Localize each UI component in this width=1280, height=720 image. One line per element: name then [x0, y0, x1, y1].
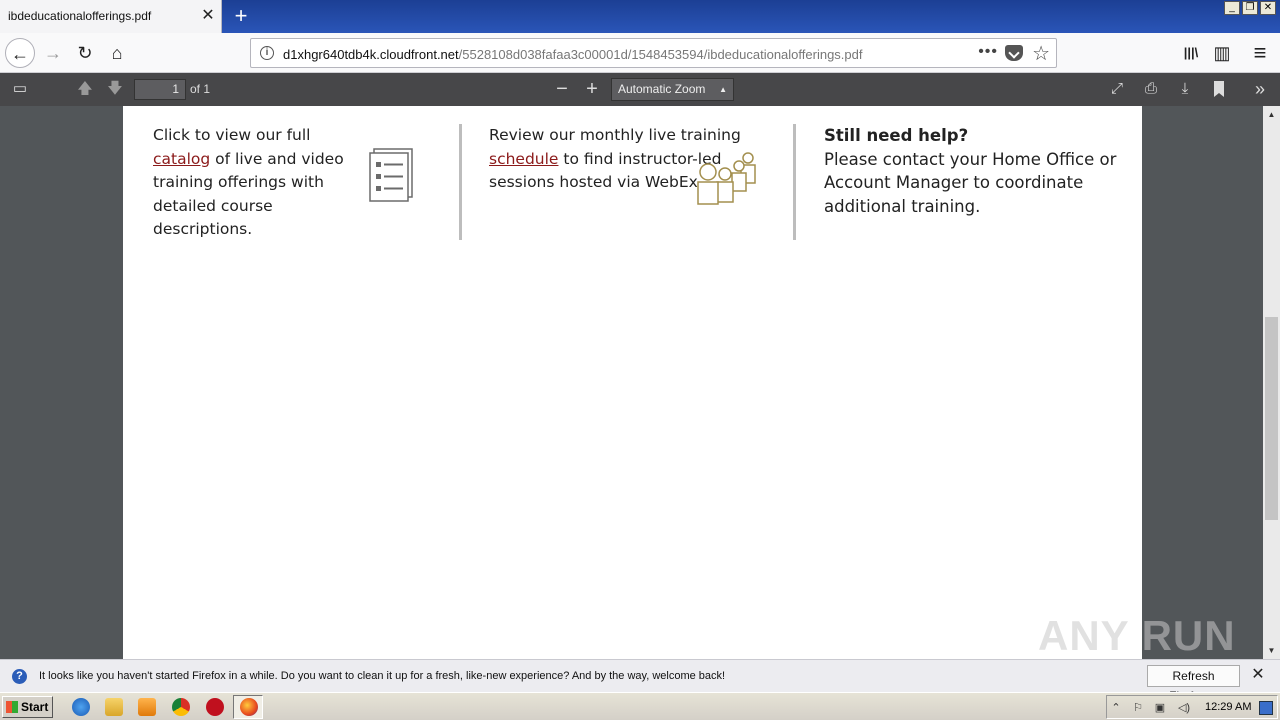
catalog-column: Click to view our full catalog of live a… [153, 124, 353, 242]
tools-icon[interactable]: » [1248, 78, 1272, 100]
notification-bar: ? It looks like you haven't started Fire… [0, 659, 1280, 703]
help-body: Please contact your Home Office or Accou… [824, 149, 1117, 216]
navigation-bar: ← → ↻ ⌂ i d1xhgr640tdb4k.cloudfront.net/… [0, 33, 1280, 73]
page-count-label: of 1 [190, 82, 211, 96]
url-text[interactable]: d1xhgr640tdb4k.cloudfront.net/5528108d03… [283, 47, 863, 62]
network-icon[interactable]: ▣ [1153, 701, 1167, 715]
question-icon: ? [12, 669, 27, 684]
catalog-text-before: Click to view our full [153, 126, 311, 144]
tab-close-icon[interactable]: ✕ [199, 7, 217, 25]
show-desktop-icon[interactable] [1259, 701, 1273, 715]
download-icon[interactable]: ⤓ [1173, 78, 1197, 100]
media-player-icon[interactable] [138, 698, 156, 716]
internet-explorer-icon[interactable] [72, 698, 90, 716]
vertical-scrollbar[interactable]: ▲ ▼ [1263, 106, 1280, 659]
taskbar: Start ⌃ ⚐ ▣ ◁) 12:29 AM [0, 692, 1280, 720]
current-view-bookmark-icon[interactable] [1207, 78, 1231, 100]
site-info-icon[interactable]: i [260, 46, 274, 60]
window-close-button[interactable]: ✕ [1260, 1, 1276, 15]
opera-icon[interactable] [206, 698, 224, 716]
library-icon[interactable]: |||\ [1176, 38, 1206, 68]
column-divider [459, 124, 462, 240]
zoom-in-button[interactable]: + [580, 78, 604, 100]
start-button[interactable]: Start [2, 696, 53, 718]
zoom-out-button[interactable]: − [550, 78, 574, 100]
volume-icon[interactable]: ◁) [1177, 701, 1191, 715]
tab-title: ibdeducationalofferings.pdf [8, 9, 152, 23]
schedule-text-before: Review our monthly live training [489, 126, 741, 144]
scrollbar-thumb[interactable] [1265, 317, 1278, 520]
zoom-select-value: Automatic Zoom [618, 82, 706, 96]
pdf-toolbar: ▭ 🡅 🡇 1 of 1 − + Automatic Zoom ▲▼ ⤢ ⎙ ⤓… [0, 73, 1280, 115]
reload-button[interactable]: ↻ [70, 38, 100, 68]
notification-close-icon[interactable]: ✕ [1249, 666, 1267, 684]
help-title: Still need help? [824, 126, 969, 145]
chrome-icon[interactable] [172, 698, 190, 716]
home-button[interactable]: ⌂ [102, 38, 132, 68]
print-icon[interactable]: ⎙ [1139, 78, 1163, 100]
help-column: Still need help? Please contact your Hom… [824, 124, 1134, 218]
url-host: d1xhgr640tdb4k.cloudfront.net [283, 47, 459, 62]
firefox-icon [240, 698, 258, 716]
url-path: /5528108d038fafaa3c00001d/1548453594/ibd… [458, 47, 863, 62]
zoom-select[interactable]: Automatic Zoom ▲▼ [611, 78, 734, 115]
toggle-sidebar-icon[interactable]: ▭ [8, 78, 32, 100]
next-page-icon[interactable]: 🡇 [103, 78, 127, 100]
refresh-firefox-button[interactable]: Refresh Firefox… [1147, 665, 1240, 703]
catalog-link[interactable]: catalog [153, 150, 210, 168]
scroll-down-arrow-icon[interactable]: ▼ [1263, 642, 1280, 659]
pocket-icon[interactable] [1005, 45, 1023, 61]
notification-text: It looks like you haven't started Firefo… [39, 670, 726, 682]
page-actions-icon[interactable]: ••• [978, 43, 998, 61]
page-number-input[interactable]: 1 [134, 79, 186, 100]
forward-button[interactable]: → [38, 38, 68, 68]
column-divider [793, 124, 796, 240]
back-button[interactable]: ← [5, 38, 35, 68]
tab-pdf[interactable]: ibdeducationalofferings.pdf ✕ [0, 0, 222, 33]
minimize-button[interactable]: _ [1224, 1, 1240, 15]
restore-button[interactable]: ❐ [1242, 1, 1258, 15]
url-bar[interactable]: i d1xhgr640tdb4k.cloudfront.net/5528108d… [250, 38, 1057, 68]
people-group-icon [697, 152, 756, 205]
tray-expand-icon[interactable]: ⌃ [1109, 701, 1123, 715]
window-controls: _ ❐ ✕ [1224, 1, 1276, 15]
watermark-logo: ANY RUN [1038, 612, 1236, 659]
scroll-up-arrow-icon[interactable]: ▲ [1263, 106, 1280, 123]
presentation-mode-icon[interactable]: ⤢ [1105, 78, 1129, 100]
schedule-link[interactable]: schedule [489, 150, 558, 168]
pdf-page: Click to view our full catalog of live a… [123, 106, 1142, 659]
flag-icon[interactable]: ⚐ [1131, 701, 1145, 715]
clock[interactable]: 12:29 AM [1205, 701, 1251, 713]
tab-bar: ibdeducationalofferings.pdf ✕ + _ ❐ ✕ [0, 0, 1280, 33]
sidebar-icon[interactable]: ▥ [1207, 38, 1237, 68]
new-tab-button[interactable]: + [229, 4, 253, 28]
bookmark-star-icon[interactable]: ☆ [1032, 41, 1050, 66]
hamburger-menu-icon[interactable]: ≡ [1245, 38, 1275, 68]
catalog-list-icon [369, 148, 413, 202]
file-explorer-icon[interactable] [105, 698, 123, 716]
taskbar-firefox-button[interactable] [233, 695, 263, 719]
pdf-viewer[interactable]: Click to view our full catalog of live a… [0, 106, 1280, 659]
system-tray: ⌃ ⚐ ▣ ◁) 12:29 AM [1106, 695, 1278, 719]
previous-page-icon[interactable]: 🡅 [73, 78, 97, 100]
